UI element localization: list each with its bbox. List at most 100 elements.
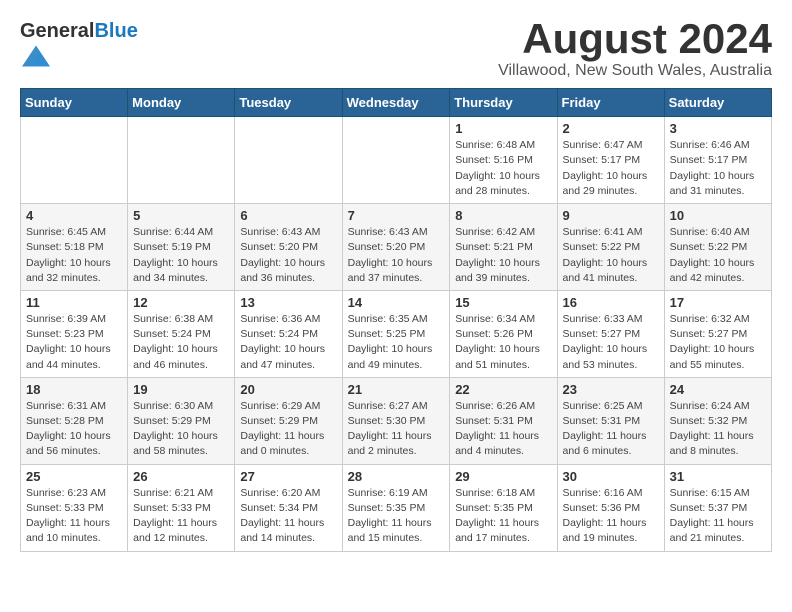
day-number: 6 [240, 208, 336, 223]
calendar-cell: 17Sunrise: 6:32 AM Sunset: 5:27 PM Dayli… [664, 290, 771, 377]
day-number: 28 [348, 469, 445, 484]
calendar-cell: 22Sunrise: 6:26 AM Sunset: 5:31 PM Dayli… [450, 377, 557, 464]
day-number: 16 [563, 295, 659, 310]
day-number: 29 [455, 469, 551, 484]
day-info: Sunrise: 6:34 AM Sunset: 5:26 PM Dayligh… [455, 312, 551, 373]
calendar-cell: 30 Sunrise: 6:16 AM Sunset: 5:36 PM Dayli… [557, 464, 664, 551]
day-number: 4 [26, 208, 122, 223]
calendar-week-3: 11 Sunrise: 6:39 AM Sunset: 5:23 PM Dayli… [21, 290, 772, 377]
day-info: Sunrise: 6:41 AM Sunset: 5:22 PM Dayligh… [563, 225, 659, 286]
calendar-cell: 24Sunrise: 6:24 AM Sunset: 5:32 PM Dayli… [664, 377, 771, 464]
calendar-table: SundayMondayTuesdayWednesdayThursdayFrid… [20, 88, 772, 551]
logo-icon [22, 42, 50, 70]
day-info: Sunrise: 6:27 AM Sunset: 5:30 PM Dayligh… [348, 399, 445, 460]
day-number: 14 [348, 295, 445, 310]
header-row: SundayMondayTuesdayWednesdayThursdayFrid… [21, 89, 772, 117]
calendar-cell [235, 117, 342, 204]
calendar-cell: 9 Sunrise: 6:41 AM Sunset: 5:22 PM Daylig… [557, 204, 664, 291]
day-number: 21 [348, 382, 445, 397]
calendar-cell: 8 Sunrise: 6:42 AM Sunset: 5:21 PM Daylig… [450, 204, 557, 291]
calendar-cell: 10 Sunrise: 6:40 AM Sunset: 5:22 PM Dayli… [664, 204, 771, 291]
calendar-week-5: 25Sunrise: 6:23 AM Sunset: 5:33 PM Dayli… [21, 464, 772, 551]
calendar-week-1: 1 Sunrise: 6:48 AM Sunset: 5:16 PM Daylig… [21, 117, 772, 204]
day-info: Sunrise: 6:25 AM Sunset: 5:31 PM Dayligh… [563, 399, 659, 460]
column-header-sunday: Sunday [21, 89, 128, 117]
day-info: Sunrise: 6:38 AM Sunset: 5:24 PM Dayligh… [133, 312, 229, 373]
day-info: Sunrise: 6:39 AM Sunset: 5:23 PM Dayligh… [26, 312, 122, 373]
day-number: 24 [670, 382, 766, 397]
day-info: Sunrise: 6:43 AM Sunset: 5:20 PM Dayligh… [348, 225, 445, 286]
day-info: Sunrise: 6:26 AM Sunset: 5:31 PM Dayligh… [455, 399, 551, 460]
calendar-cell: 23 Sunrise: 6:25 AM Sunset: 5:31 PM Dayli… [557, 377, 664, 464]
day-info: Sunrise: 6:29 AM Sunset: 5:29 PM Dayligh… [240, 399, 336, 460]
logo-blue-text: Blue [94, 20, 137, 42]
calendar-cell: 5Sunrise: 6:44 AM Sunset: 5:19 PM Daylig… [128, 204, 235, 291]
day-number: 13 [240, 295, 336, 310]
day-info: Sunrise: 6:18 AM Sunset: 5:35 PM Dayligh… [455, 486, 551, 547]
day-info: Sunrise: 6:32 AM Sunset: 5:27 PM Dayligh… [670, 312, 766, 373]
day-number: 23 [563, 382, 659, 397]
day-number: 27 [240, 469, 336, 484]
day-number: 7 [348, 208, 445, 223]
title-area: August 2024 Villawood, New South Wales, … [498, 16, 772, 80]
day-info: Sunrise: 6:47 AM Sunset: 5:17 PM Dayligh… [563, 138, 659, 199]
calendar-cell [128, 117, 235, 204]
calendar-cell: 2 Sunrise: 6:47 AM Sunset: 5:17 PM Daylig… [557, 117, 664, 204]
day-number: 31 [670, 469, 766, 484]
column-header-thursday: Thursday [450, 89, 557, 117]
day-number: 10 [670, 208, 766, 223]
page-header: GeneralBlue August 2024 Villawood, New S… [20, 16, 772, 80]
day-number: 2 [563, 121, 659, 136]
calendar-cell: 29 Sunrise: 6:18 AM Sunset: 5:35 PM Dayli… [450, 464, 557, 551]
calendar-cell: 4 Sunrise: 6:45 AM Sunset: 5:18 PM Daylig… [21, 204, 128, 291]
calendar-cell: 16Sunrise: 6:33 AM Sunset: 5:27 PM Dayli… [557, 290, 664, 377]
column-header-tuesday: Tuesday [235, 89, 342, 117]
day-number: 8 [455, 208, 551, 223]
day-info: Sunrise: 6:48 AM Sunset: 5:16 PM Dayligh… [455, 138, 551, 199]
day-number: 15 [455, 295, 551, 310]
calendar-cell: 27 Sunrise: 6:20 AM Sunset: 5:34 PM Dayli… [235, 464, 342, 551]
day-info: Sunrise: 6:15 AM Sunset: 5:37 PM Dayligh… [670, 486, 766, 547]
day-info: Sunrise: 6:36 AM Sunset: 5:24 PM Dayligh… [240, 312, 336, 373]
calendar-cell: 19Sunrise: 6:30 AM Sunset: 5:29 PM Dayli… [128, 377, 235, 464]
calendar-cell: 18 Sunrise: 6:31 AM Sunset: 5:28 PM Dayli… [21, 377, 128, 464]
day-info: Sunrise: 6:35 AM Sunset: 5:25 PM Dayligh… [348, 312, 445, 373]
calendar-week-2: 4 Sunrise: 6:45 AM Sunset: 5:18 PM Daylig… [21, 204, 772, 291]
day-info: Sunrise: 6:42 AM Sunset: 5:21 PM Dayligh… [455, 225, 551, 286]
day-info: Sunrise: 6:43 AM Sunset: 5:20 PM Dayligh… [240, 225, 336, 286]
calendar-cell: 1 Sunrise: 6:48 AM Sunset: 5:16 PM Daylig… [450, 117, 557, 204]
day-info: Sunrise: 6:46 AM Sunset: 5:17 PM Dayligh… [670, 138, 766, 199]
calendar-cell: 28 Sunrise: 6:19 AM Sunset: 5:35 PM Dayli… [342, 464, 450, 551]
calendar-cell: 25Sunrise: 6:23 AM Sunset: 5:33 PM Dayli… [21, 464, 128, 551]
logo: GeneralBlue [20, 20, 138, 75]
day-info: Sunrise: 6:16 AM Sunset: 5:36 PM Dayligh… [563, 486, 659, 547]
day-info: Sunrise: 6:45 AM Sunset: 5:18 PM Dayligh… [26, 225, 122, 286]
day-number: 1 [455, 121, 551, 136]
day-number: 5 [133, 208, 229, 223]
location-text: Villawood, New South Wales, Australia [498, 62, 772, 80]
calendar-cell [21, 117, 128, 204]
month-title: August 2024 [498, 16, 772, 62]
day-info: Sunrise: 6:40 AM Sunset: 5:22 PM Dayligh… [670, 225, 766, 286]
day-number: 11 [26, 295, 122, 310]
calendar-cell: 26Sunrise: 6:21 AM Sunset: 5:33 PM Dayli… [128, 464, 235, 551]
calendar-cell: 15 Sunrise: 6:34 AM Sunset: 5:26 PM Dayli… [450, 290, 557, 377]
day-info: Sunrise: 6:30 AM Sunset: 5:29 PM Dayligh… [133, 399, 229, 460]
day-number: 30 [563, 469, 659, 484]
column-header-friday: Friday [557, 89, 664, 117]
calendar-cell: 21 Sunrise: 6:27 AM Sunset: 5:30 PM Dayli… [342, 377, 450, 464]
calendar-header: SundayMondayTuesdayWednesdayThursdayFrid… [21, 89, 772, 117]
day-number: 20 [240, 382, 336, 397]
day-number: 3 [670, 121, 766, 136]
day-number: 18 [26, 382, 122, 397]
calendar-cell: 14 Sunrise: 6:35 AM Sunset: 5:25 PM Dayli… [342, 290, 450, 377]
calendar-cell: 12Sunrise: 6:38 AM Sunset: 5:24 PM Dayli… [128, 290, 235, 377]
day-info: Sunrise: 6:31 AM Sunset: 5:28 PM Dayligh… [26, 399, 122, 460]
column-header-saturday: Saturday [664, 89, 771, 117]
calendar-cell: 11 Sunrise: 6:39 AM Sunset: 5:23 PM Dayli… [21, 290, 128, 377]
day-info: Sunrise: 6:19 AM Sunset: 5:35 PM Dayligh… [348, 486, 445, 547]
day-number: 9 [563, 208, 659, 223]
day-number: 25 [26, 469, 122, 484]
day-info: Sunrise: 6:20 AM Sunset: 5:34 PM Dayligh… [240, 486, 336, 547]
calendar-cell: 7 Sunrise: 6:43 AM Sunset: 5:20 PM Daylig… [342, 204, 450, 291]
